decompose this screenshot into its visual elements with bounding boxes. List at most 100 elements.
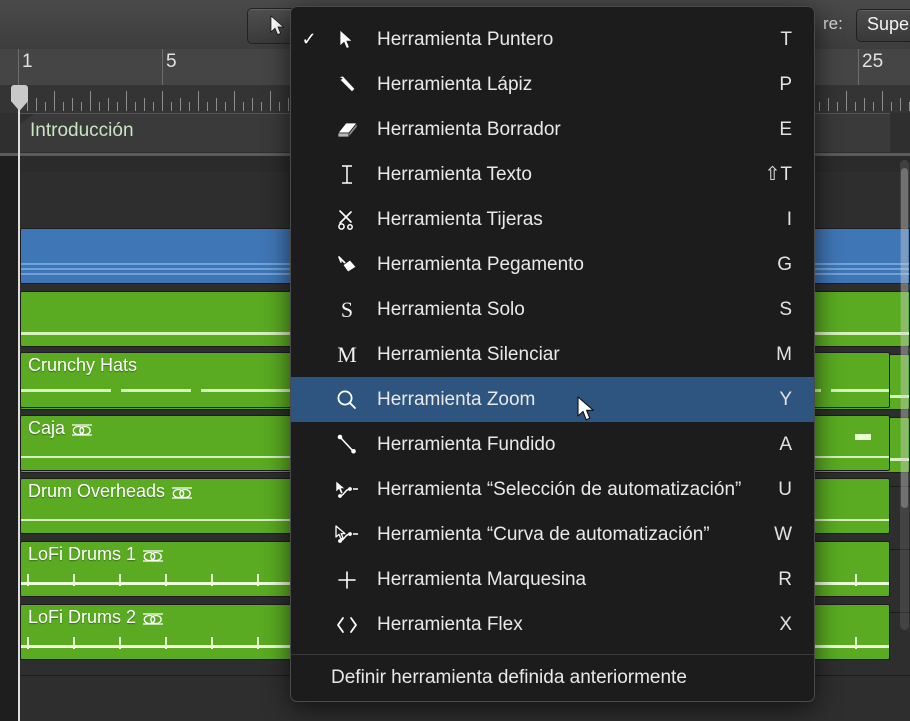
menu-item-shortcut: R <box>778 568 792 590</box>
waveform <box>121 389 191 392</box>
loop-icon[interactable] <box>171 483 193 504</box>
ruler-tick <box>126 91 127 111</box>
menu-item-shortcut: W <box>774 523 792 545</box>
ruler-tick <box>261 102 262 111</box>
ruler-bar-number: 25 <box>862 51 884 72</box>
ruler-division <box>162 49 163 85</box>
region-name: LoFi Drums 2 <box>28 607 164 630</box>
midi-note <box>27 574 29 586</box>
pointer-arrow-icon <box>327 28 367 51</box>
vertical-scrollbar-thumb[interactable] <box>901 168 908 508</box>
marquee-icon <box>327 570 367 590</box>
menu-item-letter-s[interactable]: S Herramienta Solo S <box>291 287 814 332</box>
menu-item-eraser[interactable]: Herramienta Borrador E <box>291 107 814 152</box>
midi-note <box>211 637 213 649</box>
ruler-tick <box>162 91 163 111</box>
loop-icon[interactable] <box>142 546 164 567</box>
toolbar-right-label: re: <box>823 14 843 33</box>
text-cursor-icon <box>327 164 367 185</box>
pointer-arrow-icon <box>270 15 286 37</box>
ruler-tick <box>108 98 109 111</box>
ruler-tick <box>846 91 847 111</box>
ruler-tick <box>72 98 73 111</box>
menu-item-label: Herramienta Borrador <box>377 118 561 140</box>
menu-item-shortcut: X <box>779 613 792 635</box>
waveform <box>831 389 889 392</box>
menu-item-flex[interactable]: Herramienta Flex X <box>291 602 814 647</box>
midi-note <box>855 574 857 586</box>
ruler-tick <box>252 98 253 111</box>
menu-item-label: Herramienta Pegamento <box>377 253 584 275</box>
menu-item-automation-curve[interactable]: Herramienta “Curva de automatización” W <box>291 512 814 557</box>
ruler-tick <box>873 102 874 111</box>
logic-pro-window: re: Supe 1 5 25 Introducción Crunchy Hat… <box>0 0 910 721</box>
menu-item-letter-m[interactable]: M Herramienta Silenciar M <box>291 332 814 377</box>
ruler-tick <box>135 102 136 111</box>
loop-icon[interactable] <box>71 420 93 441</box>
ruler-tick <box>36 98 37 111</box>
midi-note <box>855 434 871 440</box>
menu-item-pointer-arrow[interactable]: ✓ Herramienta Puntero T <box>291 17 814 62</box>
menu-item-shortcut: T <box>780 28 792 50</box>
ruler-tick <box>81 102 82 111</box>
midi-note <box>211 574 213 586</box>
menu-item-pencil[interactable]: Herramienta Lápiz P <box>291 62 814 107</box>
menu-item-label: Herramienta “Selección de automatización… <box>377 478 742 500</box>
ruler-tick <box>855 102 856 111</box>
ruler-tick <box>99 102 100 111</box>
menu-item-shortcut: A <box>779 433 792 455</box>
menu-item-label: Herramienta Solo <box>377 298 525 320</box>
fade-icon <box>327 434 367 455</box>
menu-item-shortcut: P <box>779 73 792 95</box>
region-name: Caja <box>28 418 93 441</box>
menu-item-label: Herramienta Texto <box>377 163 532 185</box>
letter-s-icon: S <box>340 296 354 322</box>
menu-item-marquee[interactable]: Herramienta Marquesina R <box>291 557 814 602</box>
ruler-division <box>18 49 19 85</box>
menu-item-shortcut: M <box>776 343 792 365</box>
menu-item-shortcut: S <box>779 298 792 320</box>
menu-item-label: Herramienta Flex <box>377 613 523 635</box>
menu-item-magnifier[interactable]: Herramienta Zoom Y <box>291 377 814 422</box>
ruler-tick <box>882 91 883 111</box>
midi-note <box>855 637 857 649</box>
region-name: LoFi Drums 1 <box>28 544 164 567</box>
loop-icon[interactable] <box>142 609 164 630</box>
ruler-tick <box>207 102 208 111</box>
menu-item-automation-select[interactable]: Herramienta “Selección de automatización… <box>291 467 814 512</box>
waveform <box>21 389 111 392</box>
ruler-bar-number: 1 <box>22 51 33 72</box>
menu-item-text-cursor[interactable]: Herramienta Texto ⇧T <box>291 152 814 197</box>
midi-note <box>119 637 121 649</box>
menu-item-glue[interactable]: Herramienta Pegamento G <box>291 242 814 287</box>
midi-note <box>257 574 259 586</box>
ruler-tick <box>864 98 865 111</box>
automation-select-icon <box>327 479 367 500</box>
scissors-icon <box>327 209 367 231</box>
ruler-tick <box>189 102 190 111</box>
toolbar-right-popup[interactable]: Supe <box>856 9 910 42</box>
menu-item-label: Herramienta Silenciar <box>377 343 560 365</box>
menu-item-scissors[interactable]: Herramienta Tijeras I <box>291 197 814 242</box>
ruler-tick <box>216 98 217 111</box>
ruler-tick <box>153 102 154 111</box>
midi-note <box>165 574 167 586</box>
menu-item-shortcut: E <box>779 118 792 140</box>
ruler-tick <box>63 102 64 111</box>
menu-item-shortcut: I <box>786 208 792 230</box>
menu-item-shortcut: G <box>777 253 792 275</box>
ruler-tick <box>819 102 820 111</box>
ruler-tick <box>27 102 28 111</box>
menu-item-fade[interactable]: Herramienta Fundido A <box>291 422 814 467</box>
ruler-tick <box>243 102 244 111</box>
tools-menu[interactable]: ✓ Herramienta Puntero T Herramienta Lápiz P H… <box>290 6 815 702</box>
ruler-tick <box>828 98 829 111</box>
ruler-tick <box>279 102 280 111</box>
playhead-line <box>18 85 20 721</box>
magnifier-icon <box>327 389 367 411</box>
menu-footer-define-previous-tool[interactable]: Definir herramienta definida anteriormen… <box>291 655 814 701</box>
ruler-tick <box>270 91 271 111</box>
ruler-tick <box>234 91 235 111</box>
vertical-scrollbar[interactable] <box>900 160 909 630</box>
menu-item-label: Herramienta Fundido <box>377 433 556 455</box>
